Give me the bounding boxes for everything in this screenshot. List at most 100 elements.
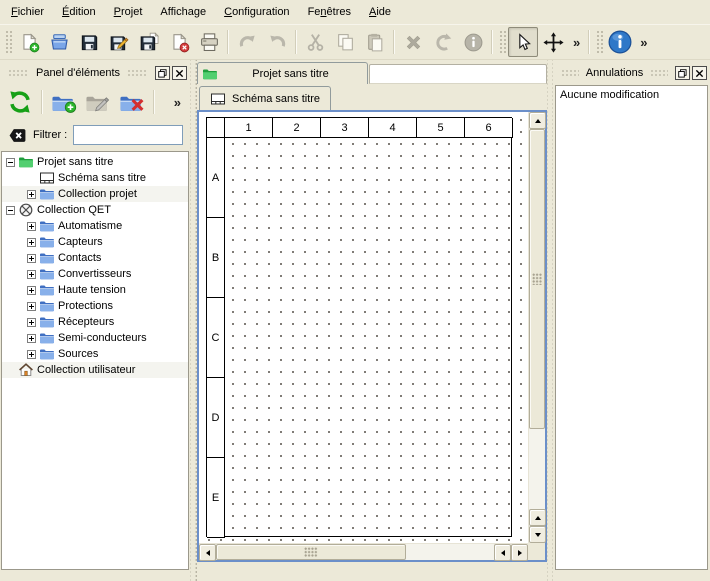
collapse-toggle-icon[interactable]: [6, 158, 15, 167]
tree-item-collection-qet[interactable]: Collection QET: [2, 202, 188, 218]
expand-toggle-icon[interactable]: [27, 350, 36, 359]
toolbar-drag-handle[interactable]: [498, 29, 506, 55]
undo-history-item[interactable]: Aucune modification: [557, 88, 706, 102]
close-panel-button[interactable]: [692, 66, 707, 80]
blue-folder-icon: [39, 266, 55, 282]
diagram-info-button[interactable]: [458, 27, 488, 57]
float-panel-button[interactable]: [675, 66, 690, 80]
horizontal-scroll-thumb[interactable]: [216, 544, 406, 560]
reload-collections-button[interactable]: [4, 86, 36, 118]
expand-toggle-icon[interactable]: [27, 302, 36, 311]
expand-toggle-icon[interactable]: [27, 254, 36, 263]
tree-item-label: Sources: [58, 348, 98, 360]
vertical-scroll-thumb[interactable]: [529, 129, 545, 429]
undo-button[interactable]: [232, 27, 262, 57]
expand-toggle-icon[interactable]: [27, 286, 36, 295]
delete-category-button[interactable]: [116, 86, 148, 118]
column-header: 2: [273, 118, 321, 138]
filter-input[interactable]: [73, 125, 183, 145]
tree-item-contacts[interactable]: Contacts: [2, 250, 188, 266]
menu-configuration[interactable]: Configuration: [215, 2, 298, 22]
page-body[interactable]: [225, 138, 513, 538]
menu-fichier[interactable]: Fichier: [2, 2, 53, 22]
tree-item-automatisme[interactable]: Automatisme: [2, 218, 188, 234]
about-button[interactable]: [605, 27, 635, 57]
toolbar-drag-handle[interactable]: [4, 29, 12, 55]
close-project-button[interactable]: [164, 27, 194, 57]
toolbar-overflow-button[interactable]: »: [568, 35, 585, 50]
undo-panel-titlebar[interactable]: Annulations: [556, 64, 707, 82]
close-panel-button[interactable]: [172, 66, 187, 80]
collapse-toggle-icon[interactable]: [6, 206, 15, 215]
new-project-button[interactable]: [14, 27, 44, 57]
cut-button[interactable]: [300, 27, 330, 57]
scroll-mode-button[interactable]: [538, 27, 568, 57]
toolbar-overflow-button[interactable]: »: [635, 35, 652, 50]
scroll-right-button[interactable]: [511, 544, 528, 561]
tree-item-protections[interactable]: Protections: [2, 298, 188, 314]
redo-arrow-icon: [267, 32, 288, 53]
horizontal-scroll-track[interactable]: [406, 544, 494, 560]
filter-row: Filtrer :: [0, 122, 190, 150]
select-mode-button[interactable]: [508, 27, 538, 57]
paste-button[interactable]: [360, 27, 390, 57]
scroll-left-button[interactable]: [199, 544, 216, 561]
expand-toggle-icon[interactable]: [27, 318, 36, 327]
tree-item-schema-sans-titre[interactable]: Schéma sans titre: [2, 170, 188, 186]
toolbar-separator: [227, 30, 229, 54]
save-button[interactable]: [74, 27, 104, 57]
tree-item-semi-conducteurs[interactable]: Semi-conducteurs: [2, 330, 188, 346]
blue-folder-icon: [39, 186, 55, 202]
expand-toggle-icon[interactable]: [27, 270, 36, 279]
tree-item-collection-projet[interactable]: Collection projet: [2, 186, 188, 202]
rotate-button[interactable]: [428, 27, 458, 57]
menu-fenetres[interactable]: Fenêtres: [299, 2, 360, 22]
tree-item-capteurs[interactable]: Capteurs: [2, 234, 188, 250]
expand-toggle-icon[interactable]: [27, 190, 36, 199]
tab-schema-sans-titre[interactable]: Schéma sans titre: [199, 86, 331, 110]
tree-item-label: Convertisseurs: [58, 268, 131, 280]
save-all-button[interactable]: [134, 27, 164, 57]
tree-item-sources[interactable]: Sources: [2, 346, 188, 362]
new-category-button[interactable]: [48, 86, 80, 118]
scroll-down-button[interactable]: [529, 526, 546, 543]
toolbar-drag-handle[interactable]: [595, 29, 603, 55]
expand-toggle-icon[interactable]: [27, 238, 36, 247]
tree-item-label: Protections: [58, 300, 113, 312]
home-icon: [18, 362, 34, 378]
tree-item-recepteurs[interactable]: Récepteurs: [2, 314, 188, 330]
expand-toggle-icon[interactable]: [27, 334, 36, 343]
float-panel-button[interactable]: [155, 66, 170, 80]
panel-toolbar-overflow-button[interactable]: »: [169, 95, 186, 110]
menu-aide[interactable]: Aide: [360, 2, 400, 22]
float-icon: [678, 69, 687, 78]
elements-panel-titlebar[interactable]: Panel d'éléments: [3, 64, 187, 82]
toolbar-separator: [153, 90, 155, 114]
schema-canvas[interactable]: 1 2 3 4 5 6 A B C D E: [199, 112, 528, 543]
tree-item-collection-utilisateur[interactable]: Collection utilisateur: [2, 362, 188, 378]
left-splitter[interactable]: [190, 60, 197, 581]
tree-item-convertisseurs[interactable]: Convertisseurs: [2, 266, 188, 282]
folder-plus-icon: [51, 89, 77, 115]
expand-toggle-icon[interactable]: [27, 222, 36, 231]
save-as-button[interactable]: [104, 27, 134, 57]
menu-projet[interactable]: Projet: [105, 2, 152, 22]
print-button[interactable]: [194, 27, 224, 57]
tab-projet-sans-titre[interactable]: Projet sans titre: [197, 62, 368, 84]
scroll-up-button-secondary[interactable]: [529, 509, 546, 526]
tree-item-projet-sans-titre[interactable]: Projet sans titre: [2, 154, 188, 170]
vertical-scroll-track[interactable]: [529, 429, 545, 509]
delete-button[interactable]: [398, 27, 428, 57]
schema-icon: [39, 170, 55, 186]
redo-button[interactable]: [262, 27, 292, 57]
clear-filter-icon[interactable]: [8, 127, 27, 144]
scroll-left-button-secondary[interactable]: [494, 544, 511, 561]
open-project-button[interactable]: [44, 27, 74, 57]
menu-edition[interactable]: Édition: [53, 2, 105, 22]
edit-category-button[interactable]: [82, 86, 114, 118]
up-arrow-icon: [535, 119, 541, 123]
menu-affichage[interactable]: Affichage: [151, 2, 215, 22]
tree-item-haute-tension[interactable]: Haute tension: [2, 282, 188, 298]
copy-button[interactable]: [330, 27, 360, 57]
scroll-up-button[interactable]: [529, 112, 546, 129]
